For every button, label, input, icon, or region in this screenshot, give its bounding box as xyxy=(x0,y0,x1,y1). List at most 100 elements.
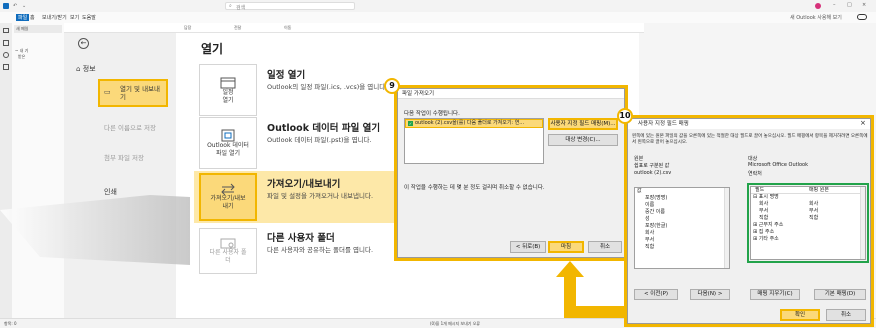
default-map-button[interactable]: 기본 매핑(D) xyxy=(814,289,866,300)
mail-icon[interactable] xyxy=(3,28,9,33)
mapping-dialog-title: 사용자 지정 필드 매핑 xyxy=(628,119,870,129)
target-mapped: 회사 xyxy=(809,201,819,207)
close-icon[interactable]: × xyxy=(860,119,866,127)
target-label: 대상 xyxy=(748,156,758,162)
target-row[interactable]: 직함 직함 xyxy=(751,215,865,222)
import-export-desc: 파일 및 설정을 가져오거나 내보냅니다. xyxy=(267,192,374,200)
source-item[interactable]: 이름 xyxy=(635,202,729,209)
source-item[interactable]: 포장(명명) xyxy=(635,195,729,202)
nav-open-export-label: 열기 및 내보내기 xyxy=(120,85,161,101)
folder-open-icon: ▭ xyxy=(104,88,111,96)
target-row[interactable]: ⊟ 표시 명명 xyxy=(751,194,865,201)
ribbon-move[interactable]: 이동 xyxy=(284,25,291,31)
open-data-file-title: Outlook 데이터 파일 열기 xyxy=(267,123,381,134)
import-dialog: 파일 가져오기 다음 작업이 수행됩니다. ✓ outlook (2).csv을… xyxy=(397,88,625,258)
import-action-item[interactable]: ✓ outlook (2).csv을(를) 다음 폴더로 가져오기: 연... xyxy=(405,119,543,128)
source-item[interactable]: 직함 xyxy=(635,244,729,251)
ribbon: 답장 전달 이동 xyxy=(64,23,644,33)
calendar-icon[interactable] xyxy=(3,40,9,46)
target-row[interactable]: 부서 부서 xyxy=(751,208,865,215)
source-item[interactable]: 중간 이름 xyxy=(635,209,729,216)
import-note: 이 작업을 수행하는 데 몇 분 정도 걸리며 취소할 수 없습니다. xyxy=(404,185,545,191)
import-action-list[interactable]: ✓ outlook (2).csv을(를) 다음 폴더로 가져오기: 연... xyxy=(404,118,544,164)
open-data-file-label: Outlook 데이터 파일 열기 xyxy=(207,141,249,157)
menu-file[interactable]: 파일 xyxy=(16,14,30,21)
undo-icon[interactable]: ↶ xyxy=(13,3,17,9)
source-field-list[interactable]: 값 포장(명명) 이름 중간 이름 성 포장(한글) 회사 부서 직함 xyxy=(634,187,730,269)
target-row[interactable]: ⊞ 기타 주소 xyxy=(751,236,865,243)
target-field: 직함 xyxy=(759,215,769,221)
open-data-file-button[interactable]: Outlook 데이터 파일 열기 xyxy=(199,117,257,169)
target-mapped: 직함 xyxy=(809,215,819,221)
cancel-button[interactable]: 취소 xyxy=(588,241,622,253)
previous-button[interactable]: < 이전(P) xyxy=(634,289,678,300)
open-data-file-desc: Outlook 데이터 파일(.pst)을 엽니다. xyxy=(267,136,372,144)
calendar-icon xyxy=(220,77,236,88)
next-button[interactable]: 다음(N) > xyxy=(690,289,730,300)
target-field-list[interactable]: 필드 매핑 원본 ⊟ 표시 명명 회사 회사 부서 부서 직함 직함 ⊞ 근무지 주소… xyxy=(750,186,866,260)
new-email-button[interactable]: 새 메일 xyxy=(14,25,62,33)
step-badge-9: 9 xyxy=(384,78,400,94)
menu-send-receive[interactable]: 보내기/받기 xyxy=(42,14,67,21)
target-mapped: 부서 xyxy=(809,208,819,214)
target-field: 부서 xyxy=(759,208,769,214)
home-icon: ⌂ xyxy=(76,65,81,73)
other-user-folder-title: 다른 사용자 폴더 xyxy=(267,233,335,244)
source-item[interactable]: 포장(한글) xyxy=(635,223,729,230)
back-arrow-icon[interactable]: ← xyxy=(78,38,89,49)
title-bar: ↶ ⌄ ⌕ 검색 – □ × xyxy=(0,0,876,12)
search-box[interactable]: ⌕ 검색 xyxy=(225,2,355,11)
arrow-up-icon xyxy=(556,261,584,277)
status-items: 항목: 0 xyxy=(4,321,17,326)
menu-help[interactable]: 도움말 xyxy=(82,14,96,21)
mapping-instruction: 왼쪽에 있는 원본 파일의 값을 오른쪽에 있는 적절한 대상 필드로 끌어 놓… xyxy=(632,134,868,145)
nav-open-export[interactable]: ▭ 열기 및 내보내기 xyxy=(98,79,168,107)
back-button[interactable]: < 뒤로(B) xyxy=(510,241,546,253)
search-icon: ⌕ xyxy=(229,3,232,9)
target-scrollbar[interactable] xyxy=(860,187,865,259)
minimize-icon[interactable]: – xyxy=(833,2,836,8)
drop-shadow xyxy=(0,195,190,265)
nav-save-attachments[interactable]: 첨부 파일 저장 xyxy=(104,154,184,163)
maximize-icon[interactable]: □ xyxy=(847,2,852,8)
folder-inbox[interactable]: 받은 xyxy=(18,54,25,60)
menu-home[interactable]: 홈 xyxy=(30,14,35,21)
clear-map-button[interactable]: 매핑 지우기(C) xyxy=(750,289,800,300)
open-calendar-desc: Outlook의 일정 파일(.ics, .vcs)을 엽니다. xyxy=(267,83,388,91)
people-icon[interactable] xyxy=(3,52,9,58)
import-export-icon xyxy=(221,183,235,195)
source-item[interactable]: 성 xyxy=(635,216,729,223)
source-scrollbar[interactable] xyxy=(724,188,729,268)
nav-save-as[interactable]: 다른 이름으로 저장 xyxy=(104,124,184,133)
avatar[interactable] xyxy=(815,3,821,9)
target-field: ⊟ 표시 명명 xyxy=(753,194,779,200)
source-item[interactable]: 회사 xyxy=(635,230,729,237)
import-export-button[interactable]: 가져오기/내보 내기 xyxy=(199,173,257,221)
checkbox-checked-icon[interactable]: ✓ xyxy=(408,121,413,126)
mapping-cancel-button[interactable]: 취소 xyxy=(826,309,866,321)
finish-button[interactable]: 마침 xyxy=(548,241,584,253)
source-item[interactable]: 부서 xyxy=(635,237,729,244)
menu-view[interactable]: 보기 xyxy=(70,14,79,21)
nav-info-label: 정보 xyxy=(82,65,96,73)
new-outlook-toggle[interactable] xyxy=(857,14,867,20)
new-outlook-label: 새 Outlook 사용해 보기 xyxy=(790,15,842,21)
target-row[interactable]: ⊞ 근무지 주소 xyxy=(751,222,865,229)
nav-info[interactable]: ⌂ 정보 xyxy=(76,64,96,74)
ribbon-reply[interactable]: 답장 xyxy=(184,25,191,31)
close-icon[interactable]: × xyxy=(862,2,866,8)
target-field: ⊞ 기타 주소 xyxy=(753,236,779,242)
import-prompt: 다음 작업이 수행됩니다. xyxy=(404,111,460,117)
target-row[interactable]: ⊞ 집 주소 xyxy=(751,229,865,236)
target-col-field: 필드 xyxy=(755,187,765,193)
target-row[interactable]: 회사 회사 xyxy=(751,201,865,208)
apps-icon[interactable] xyxy=(3,64,9,70)
quick-access-icon[interactable]: ⌄ xyxy=(22,3,26,9)
ok-button[interactable]: 확인 xyxy=(780,309,820,321)
status-send-error: (0)을 1개 메시지 보내기 오류 xyxy=(430,321,481,326)
custom-field-mapping-button[interactable]: 사용자 지정 필드 매핑(M)... xyxy=(548,118,618,130)
other-user-folder-button[interactable]: 다른 사용자 폴 더 xyxy=(199,228,257,274)
open-calendar-button[interactable]: 일정 열기 xyxy=(199,64,257,116)
ribbon-forward[interactable]: 전달 xyxy=(234,25,241,31)
change-destination-button[interactable]: 대상 변경(C)... xyxy=(548,134,618,146)
